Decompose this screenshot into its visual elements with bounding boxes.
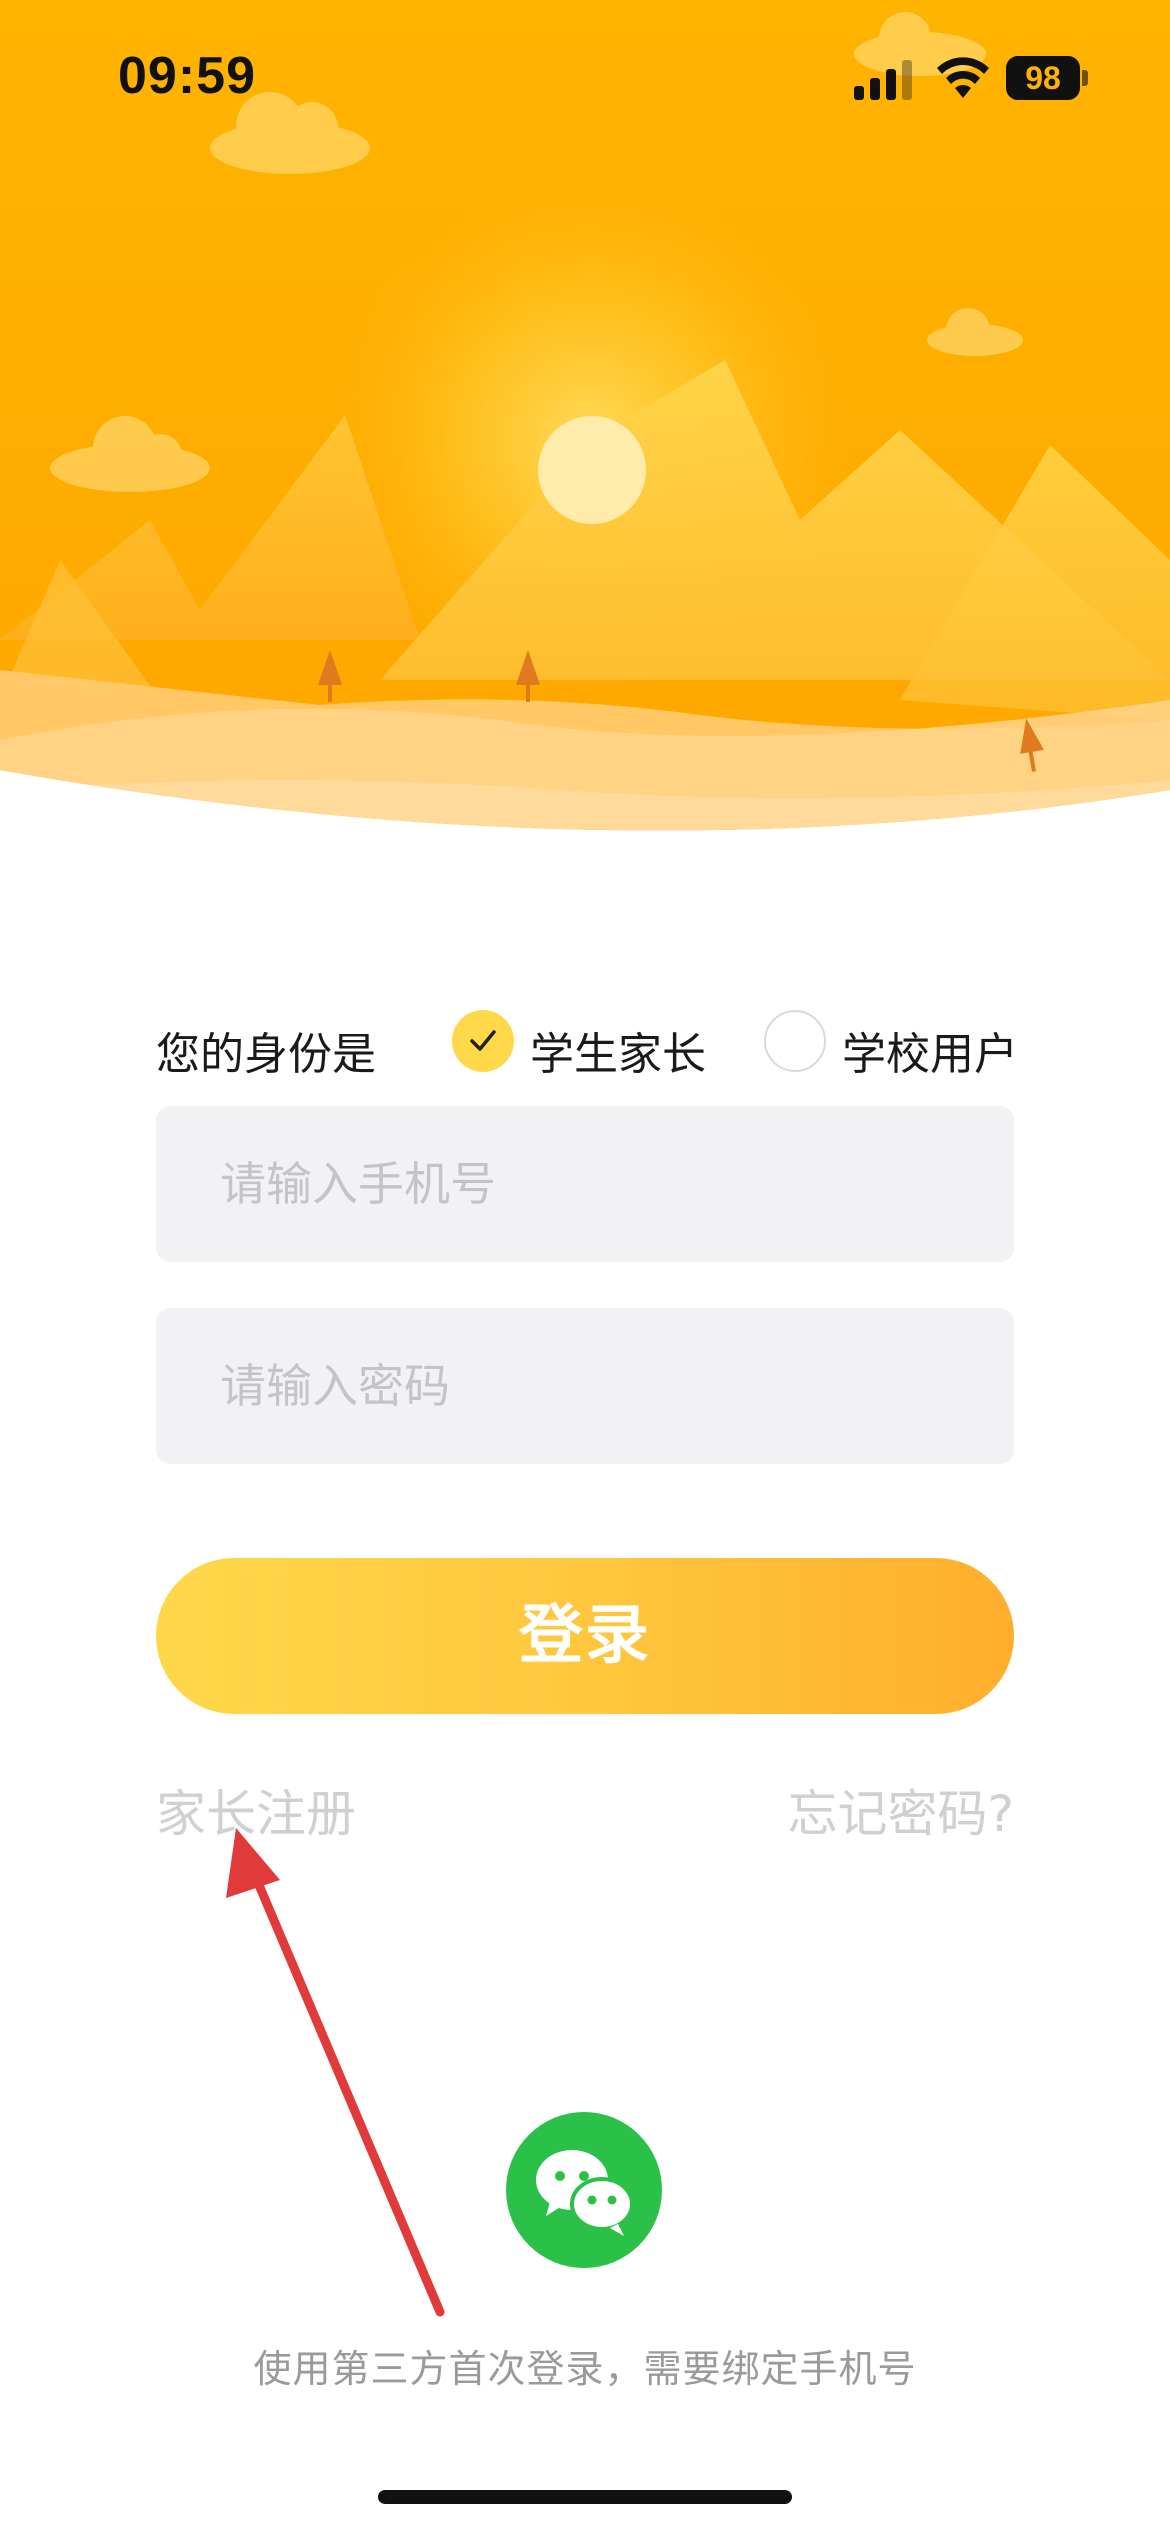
option-school-label[interactable]: 学校用户: [842, 1018, 1018, 1082]
wechat-icon: [536, 2150, 634, 2236]
identity-label: 您的身份是: [156, 1029, 376, 1080]
status-time: 09:59: [118, 47, 256, 105]
status-bar: 09:59 98: [0, 0, 1170, 150]
radio-parent-checked[interactable]: [452, 1010, 514, 1072]
password-field: [156, 1308, 1014, 1464]
battery-level: 98: [1025, 60, 1061, 96]
wechat-login-button[interactable]: [506, 2112, 662, 2268]
check-icon: [470, 1030, 496, 1051]
identity-selector: 您的身份是 学生家长 学校用户: [156, 1010, 1036, 1080]
battery-icon: 98: [1006, 56, 1088, 100]
home-indicator[interactable]: [378, 2490, 792, 2504]
third-party-note: 使用第三方首次登录，需要绑定手机号: [253, 2347, 917, 2391]
wifi-icon: [937, 57, 989, 98]
signal-icon: [854, 60, 912, 100]
login-button[interactable]: 登录: [156, 1558, 1014, 1714]
forgot-password-link[interactable]: 忘记密码?: [787, 1774, 1014, 1846]
phone-input[interactable]: [156, 1106, 1014, 1262]
login-screen: 09:59 98 您的身份是 学生家长 学校用户 请输入手机号 登录 家长注册 …: [0, 0, 1170, 2532]
radio-school-unchecked[interactable]: [764, 1010, 826, 1072]
parent-register-link[interactable]: 家长注册: [156, 1774, 356, 1846]
option-parent-label[interactable]: 学生家长: [530, 1018, 706, 1082]
phone-field: [156, 1106, 1014, 1262]
password-input[interactable]: [156, 1308, 1014, 1464]
